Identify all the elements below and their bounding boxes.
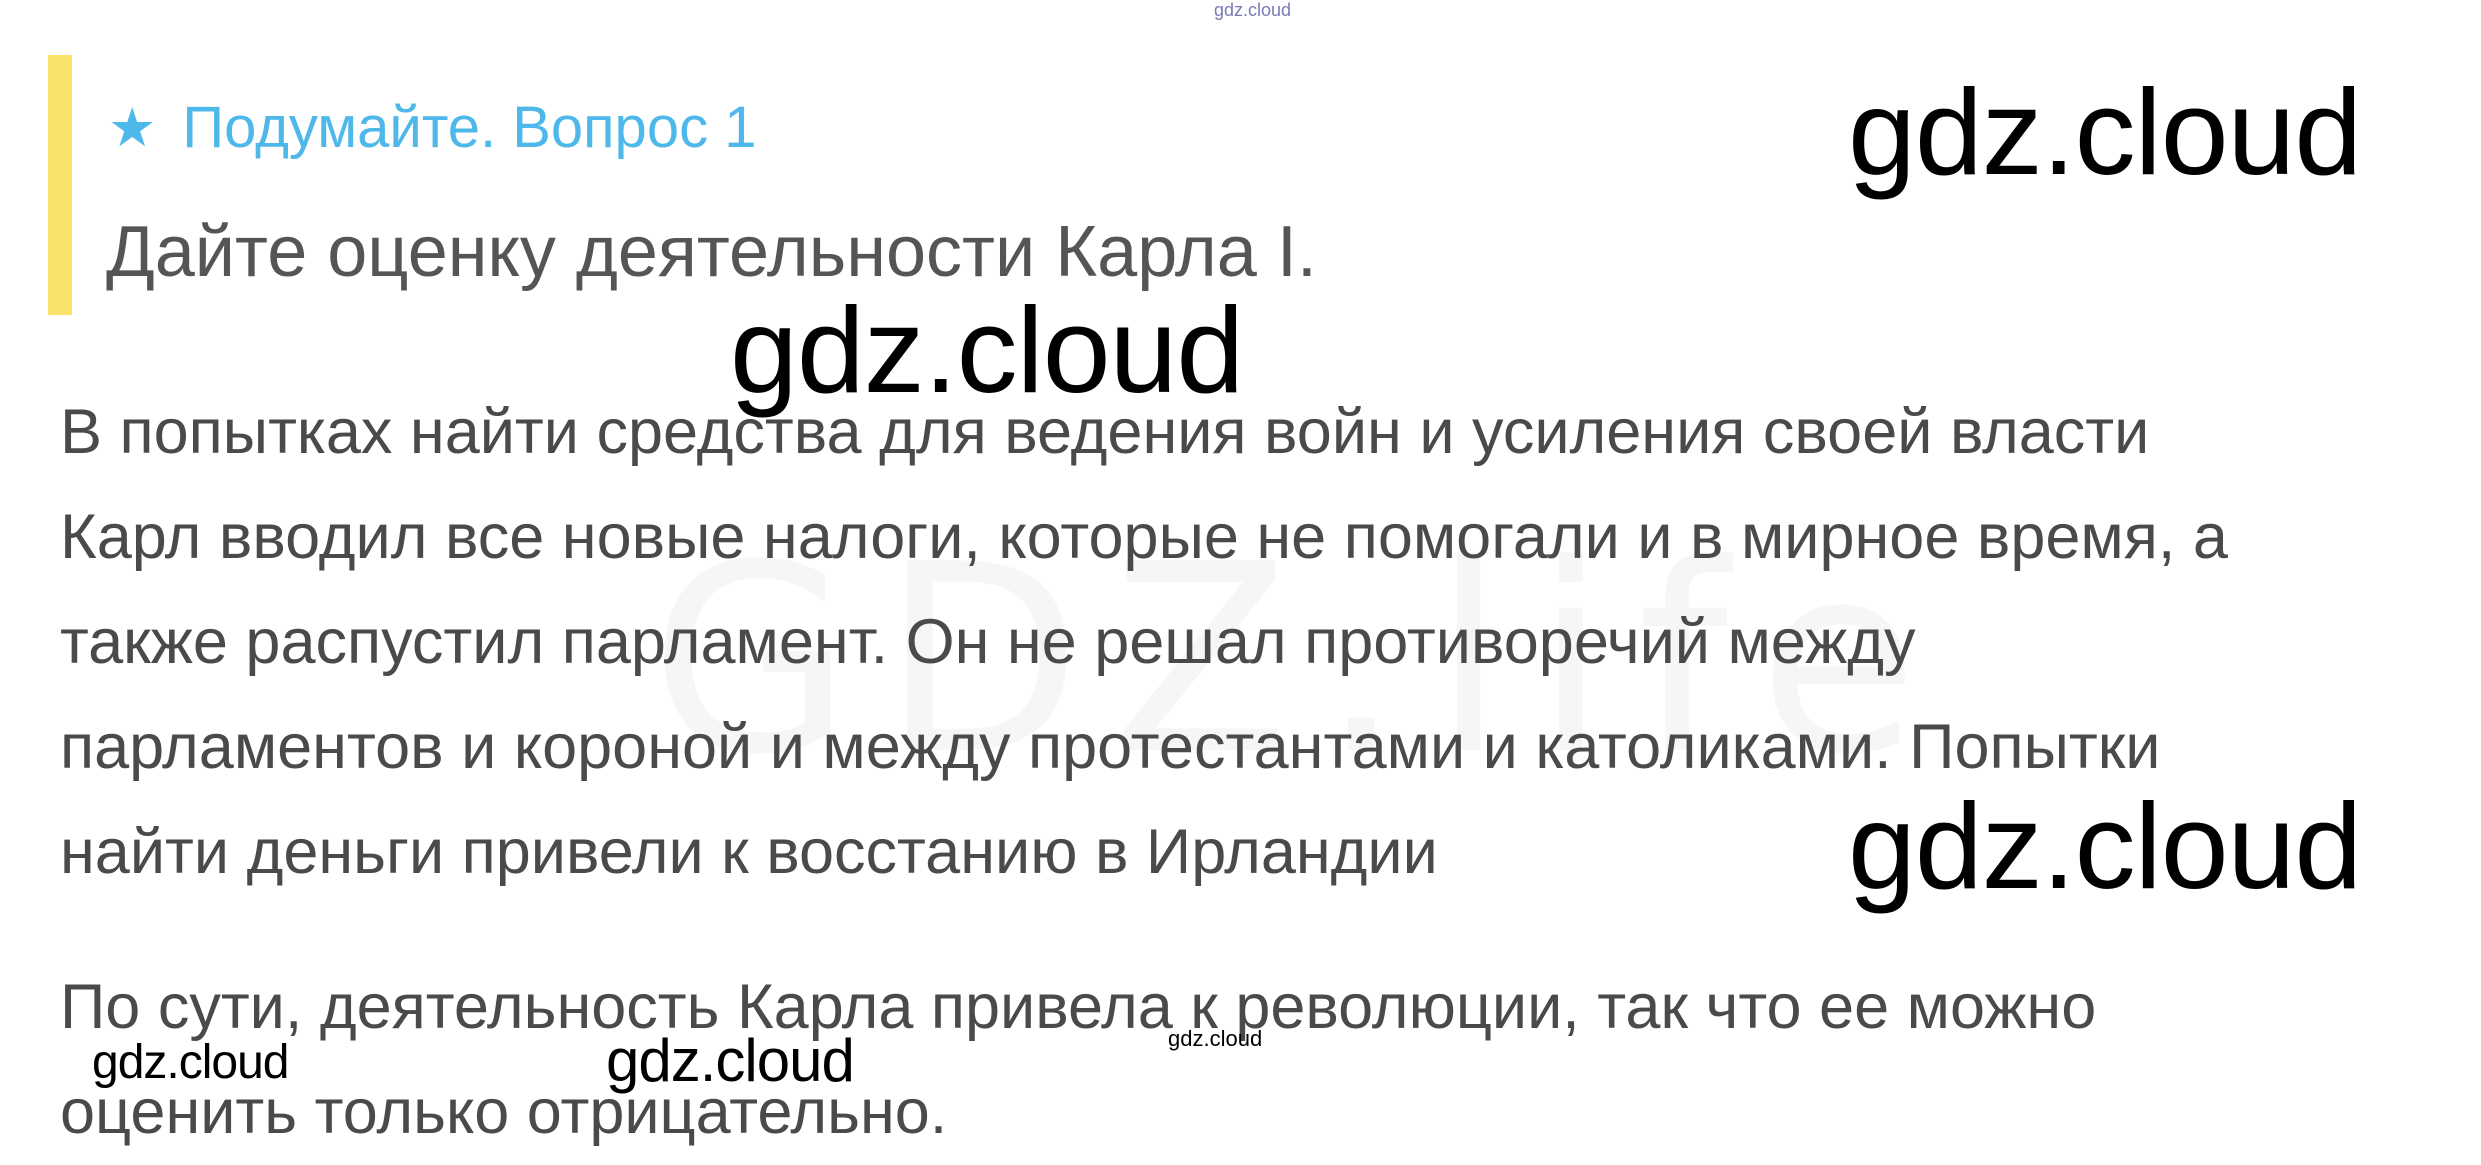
watermark-large: gdz.cloud: [1848, 64, 2362, 200]
watermark-top-small: gdz.cloud: [1214, 0, 1292, 20]
watermark-small: gdz.cloud: [1168, 1026, 1263, 1051]
star-icon: ★: [108, 98, 157, 158]
watermark-medium: gdz.cloud: [606, 1027, 855, 1094]
watermark-medium: gdz.cloud: [92, 1036, 289, 1089]
question-heading-label: Подумайте. Вопрос 1: [182, 95, 757, 160]
watermark-large: gdz.cloud: [730, 282, 1244, 418]
question-block: ★ Подумайте. Вопрос 1 Дайте оценку деяте…: [48, 55, 1848, 315]
answer-line: В попытках найти средства для ведения во…: [60, 397, 2150, 467]
question-heading: ★ Подумайте. Вопрос 1: [108, 93, 756, 163]
watermark-large: gdz.cloud: [1848, 778, 2362, 914]
answer-paragraph-2: По сути, деятельность Карла привела к ре…: [60, 955, 2360, 1165]
answer-line: Карл вводил все новые налоги, которые не…: [60, 502, 2228, 572]
answer-line: оценить только отрицательно.: [60, 1077, 948, 1147]
answer-line: также распустил парламент. Он не решал п…: [60, 607, 1916, 677]
question-accent-bar: [48, 55, 72, 315]
